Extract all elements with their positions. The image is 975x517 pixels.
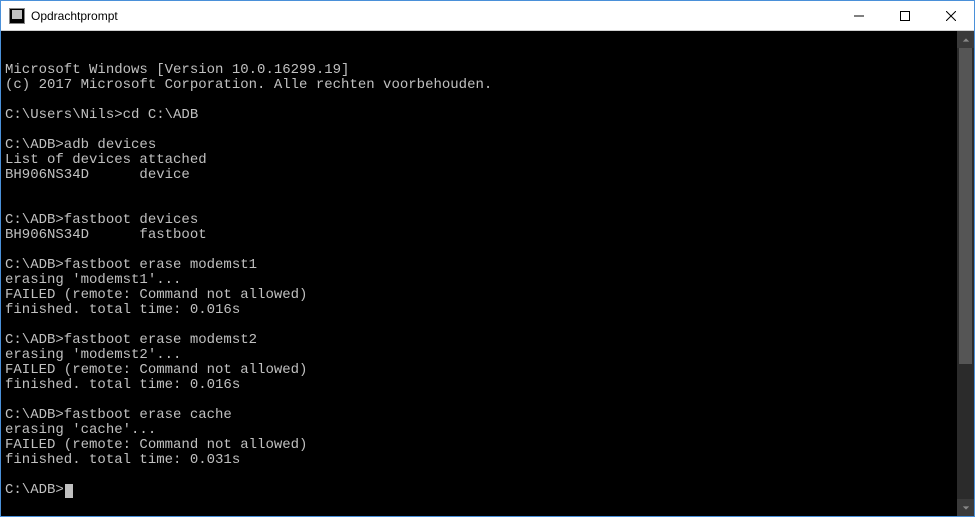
terminal-line — [5, 123, 970, 138]
terminal-line: FAILED (remote: Command not allowed) — [5, 438, 970, 453]
scroll-down-button[interactable] — [957, 499, 974, 516]
vertical-scrollbar[interactable] — [957, 31, 974, 516]
terminal-line: erasing 'modemst2'... — [5, 348, 970, 363]
terminal-line: erasing 'modemst1'... — [5, 273, 970, 288]
terminal-line: BH906NS34D fastboot — [5, 228, 970, 243]
terminal-line: (c) 2017 Microsoft Corporation. Alle rec… — [5, 78, 970, 93]
terminal-line: finished. total time: 0.031s — [5, 453, 970, 468]
terminal-line: List of devices attached — [5, 153, 970, 168]
close-icon — [946, 11, 956, 21]
minimize-icon — [854, 11, 864, 21]
maximize-icon — [900, 11, 910, 21]
chevron-down-icon — [962, 504, 970, 512]
terminal-output[interactable]: Microsoft Windows [Version 10.0.16299.19… — [1, 31, 974, 516]
terminal-line — [5, 468, 970, 483]
terminal-line — [5, 243, 970, 258]
terminal-line: C:\ADB>fastboot erase modemst2 — [5, 333, 970, 348]
terminal-prompt-line[interactable]: C:\ADB> — [5, 483, 970, 498]
close-button[interactable] — [928, 1, 974, 30]
prompt-text: C:\ADB> — [5, 482, 64, 498]
scroll-up-button[interactable] — [957, 31, 974, 48]
terminal-line — [5, 198, 970, 213]
chevron-up-icon — [962, 36, 970, 44]
maximize-button[interactable] — [882, 1, 928, 30]
scroll-thumb[interactable] — [959, 48, 972, 364]
terminal-line: BH906NS34D device — [5, 168, 970, 183]
window-title: Opdrachtprompt — [31, 9, 118, 23]
terminal-line: FAILED (remote: Command not allowed) — [5, 288, 970, 303]
terminal-line: C:\ADB>adb devices — [5, 138, 970, 153]
cmd-icon — [9, 8, 25, 24]
scroll-track[interactable] — [957, 48, 974, 499]
terminal-line: finished. total time: 0.016s — [5, 303, 970, 318]
titlebar[interactable]: Opdrachtprompt — [1, 1, 974, 31]
cursor — [65, 484, 73, 498]
terminal-line: C:\ADB>fastboot devices — [5, 213, 970, 228]
terminal-line — [5, 183, 970, 198]
terminal-line — [5, 393, 970, 408]
terminal-line — [5, 93, 970, 108]
terminal-line: FAILED (remote: Command not allowed) — [5, 363, 970, 378]
terminal-line: C:\Users\Nils>cd C:\ADB — [5, 108, 970, 123]
terminal-line — [5, 318, 970, 333]
terminal-line: finished. total time: 0.016s — [5, 378, 970, 393]
window-controls — [836, 1, 974, 30]
minimize-button[interactable] — [836, 1, 882, 30]
command-prompt-window: Opdrachtprompt Microsoft Windows [Versio… — [0, 0, 975, 517]
terminal-line: erasing 'cache'... — [5, 423, 970, 438]
terminal-line: C:\ADB>fastboot erase cache — [5, 408, 970, 423]
terminal-line: Microsoft Windows [Version 10.0.16299.19… — [5, 63, 970, 78]
terminal-line: C:\ADB>fastboot erase modemst1 — [5, 258, 970, 273]
